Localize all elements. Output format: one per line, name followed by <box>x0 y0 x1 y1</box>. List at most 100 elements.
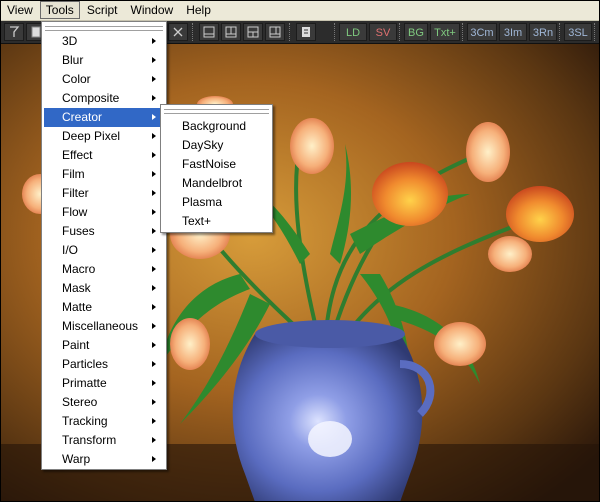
menu-item-transform[interactable]: Transform <box>44 431 164 450</box>
submenu-arrow-icon <box>152 456 156 462</box>
menu-item-mask[interactable]: Mask <box>44 279 164 298</box>
menu-item-3d[interactable]: 3D <box>44 32 164 51</box>
menu-item-label: Text+ <box>182 214 212 228</box>
menu-item-io[interactable]: I/O <box>44 241 164 260</box>
menu-item-label: Matte <box>62 300 93 314</box>
script-icon[interactable] <box>296 23 316 41</box>
toolbar-separator <box>192 23 195 41</box>
submenu-arrow-icon <box>152 361 156 367</box>
submenu-arrow-icon <box>152 437 156 443</box>
menu-item-label: Transform <box>62 433 117 447</box>
menu-item-label: 3D <box>62 34 78 48</box>
menu-item-label: Blur <box>62 53 84 67</box>
text-plus-button[interactable]: Txt+ <box>430 23 460 41</box>
submenu-arrow-icon <box>152 304 156 310</box>
submenu-arrow-icon <box>152 266 156 272</box>
menu-item-warp[interactable]: Warp <box>44 450 164 469</box>
menu-item-label: Mandelbrot <box>182 176 243 190</box>
menu-tear-off-handle[interactable] <box>45 26 163 31</box>
menu-item-tracking[interactable]: Tracking <box>44 412 164 431</box>
menu-item-label: Deep Pixel <box>62 129 121 143</box>
submenu-arrow-icon <box>152 342 156 348</box>
menu-item-label: DaySky <box>182 138 224 152</box>
submenu-arrow-icon <box>152 114 156 120</box>
menu-item-flow[interactable]: Flow <box>44 203 164 222</box>
toolbar-separator <box>289 23 292 41</box>
close-icon[interactable] <box>168 23 188 41</box>
image-3d-button[interactable]: 3Im <box>499 23 527 41</box>
layout-single-icon[interactable] <box>199 23 219 41</box>
menu-item-macro[interactable]: Macro <box>44 260 164 279</box>
render-3d-button[interactable]: 3Rn <box>529 23 557 41</box>
menu-item-label: Creator <box>62 110 103 124</box>
menu-item-miscellaneous[interactable]: Miscellaneous <box>44 317 164 336</box>
menu-item-label: Film <box>62 167 85 181</box>
toolbar-separator <box>594 23 597 41</box>
toolbar-separator <box>462 23 465 41</box>
menu-item-mandelbrot[interactable]: Mandelbrot <box>163 174 270 193</box>
menu-help[interactable]: Help <box>180 1 217 19</box>
menu-item-label: I/O <box>62 243 79 257</box>
menu-item-label: Color <box>62 72 91 86</box>
submenu-arrow-icon <box>152 57 156 63</box>
toolbar-separator <box>399 23 402 41</box>
menu-item-label: Stereo <box>62 395 98 409</box>
menu-item-background[interactable]: Background <box>163 117 270 136</box>
menu-item-filter[interactable]: Filter <box>44 184 164 203</box>
menu-tools[interactable]: Tools <box>39 1 80 19</box>
submenu-arrow-icon <box>152 209 156 215</box>
submenu-arrow-icon <box>152 323 156 329</box>
menu-view[interactable]: View <box>1 1 39 19</box>
menu-tear-off-handle[interactable] <box>164 109 269 114</box>
submenu-arrow-icon <box>152 285 156 291</box>
submenu-arrow-icon <box>152 380 156 386</box>
menu-item-label: Filter <box>62 186 89 200</box>
menu-item-label: Primatte <box>62 376 107 390</box>
toolbar-separator <box>334 23 337 41</box>
menu-item-color[interactable]: Color <box>44 70 164 89</box>
spotlight-3d-button[interactable]: 3SL <box>564 23 592 41</box>
menu-window[interactable]: Window <box>125 1 180 19</box>
submenu-arrow-icon <box>152 171 156 177</box>
submenu-arrow-icon <box>152 190 156 196</box>
menu-item-daysky[interactable]: DaySky <box>163 136 270 155</box>
toolbar-separator <box>559 23 562 41</box>
menu-item-film[interactable]: Film <box>44 165 164 184</box>
background-button[interactable]: BG <box>404 23 428 41</box>
menu-item-label: Plasma <box>182 195 223 209</box>
menu-item-label: FastNoise <box>182 157 237 171</box>
menu-item-text-plus[interactable]: Text+ <box>163 212 270 231</box>
menu-item-composite[interactable]: Composite <box>44 89 164 108</box>
menu-item-paint[interactable]: Paint <box>44 336 164 355</box>
menu-item-deep-pixel[interactable]: Deep Pixel <box>44 127 164 146</box>
submenu-arrow-icon <box>152 76 156 82</box>
load-button[interactable]: LD <box>339 23 367 41</box>
menu-item-label: Composite <box>62 91 120 105</box>
menu-script[interactable]: Script <box>81 1 124 19</box>
camera-3d-button[interactable]: 3Cm <box>467 23 497 41</box>
saver-button[interactable]: SV <box>369 23 397 41</box>
submenu-arrow-icon <box>152 228 156 234</box>
menu-item-label: Tracking <box>62 414 108 428</box>
pointer-tool-icon[interactable] <box>4 23 24 41</box>
menu-item-effect[interactable]: Effect <box>44 146 164 165</box>
menu-item-stereo[interactable]: Stereo <box>44 393 164 412</box>
tools-menu: 3D Blur Color Composite Creator Deep Pix… <box>41 21 167 470</box>
menu-item-particles[interactable]: Particles <box>44 355 164 374</box>
layout-right-icon[interactable] <box>265 23 285 41</box>
menu-item-label: Mask <box>62 281 91 295</box>
menu-item-label: Background <box>182 119 247 133</box>
layout-bottom-icon[interactable] <box>243 23 263 41</box>
submenu-arrow-icon <box>152 133 156 139</box>
menu-item-matte[interactable]: Matte <box>44 298 164 317</box>
submenu-arrow-icon <box>152 247 156 253</box>
menu-item-plasma[interactable]: Plasma <box>163 193 270 212</box>
menu-item-primatte[interactable]: Primatte <box>44 374 164 393</box>
layout-split-icon[interactable] <box>221 23 241 41</box>
menu-item-label: Miscellaneous <box>62 319 139 333</box>
menu-item-creator[interactable]: Creator <box>44 108 164 127</box>
submenu-arrow-icon <box>152 95 156 101</box>
menu-item-fastnoise[interactable]: FastNoise <box>163 155 270 174</box>
menu-item-fuses[interactable]: Fuses <box>44 222 164 241</box>
menu-item-blur[interactable]: Blur <box>44 51 164 70</box>
